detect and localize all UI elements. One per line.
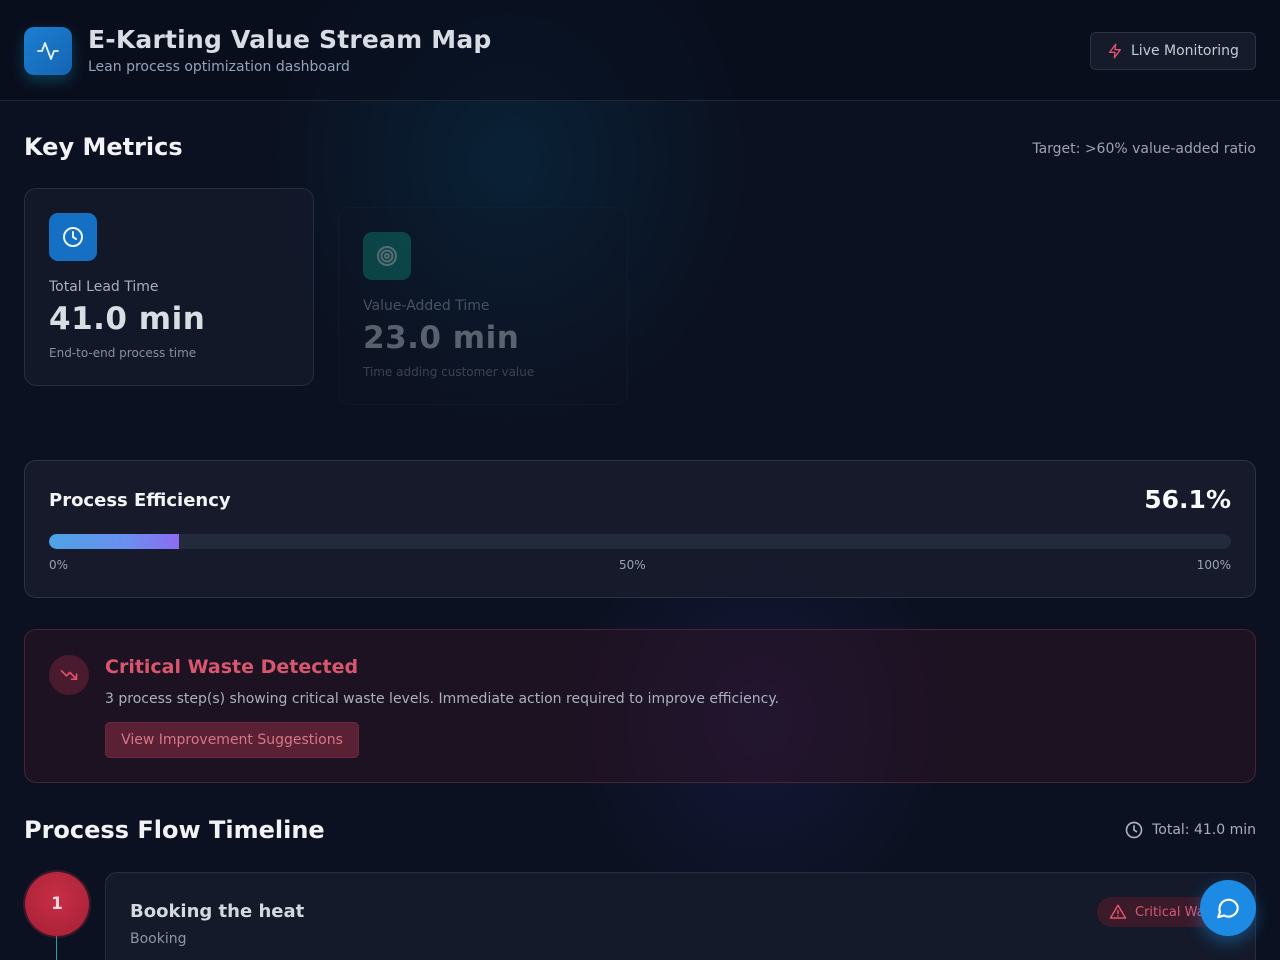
trending-down-icon bbox=[49, 655, 89, 695]
timeline-total-label: Total: 41.0 min bbox=[1152, 822, 1256, 838]
timeline-total: Total: 41.0 min bbox=[1124, 820, 1256, 840]
live-monitoring-label: Live Monitoring bbox=[1131, 43, 1239, 59]
alert-message: 3 process step(s) showing critical waste… bbox=[105, 691, 780, 707]
app-subtitle: Lean process optimization dashboard bbox=[88, 59, 350, 75]
efficiency-percentage: 56.1% bbox=[1144, 485, 1231, 514]
step-category: Booking bbox=[130, 931, 187, 947]
app-title: E-Karting Value Stream Map bbox=[88, 25, 492, 54]
efficiency-progress-track bbox=[49, 534, 1231, 549]
metric-value: 41.0 min bbox=[49, 301, 206, 337]
efficiency-progress-fill bbox=[49, 534, 180, 549]
efficiency-title: Process Efficiency bbox=[49, 490, 231, 511]
activity-logo-icon bbox=[24, 27, 72, 75]
clock-icon bbox=[1125, 821, 1143, 839]
critical-waste-badge-label: Critical Wa bbox=[1135, 904, 1205, 920]
metric-description: End-to-end process time bbox=[49, 346, 197, 360]
process-efficiency-panel: Process Efficiency 56.1% 0% 50% 100% bbox=[24, 460, 1256, 598]
timeline-step-card[interactable]: Booking the heat Booking Critical Wa bbox=[105, 872, 1256, 960]
tick-label-0: 0% bbox=[49, 558, 69, 572]
tick-label-100: 100% bbox=[1196, 558, 1231, 572]
lightning-icon bbox=[1109, 43, 1121, 59]
clock-icon bbox=[49, 213, 97, 261]
target-icon bbox=[363, 232, 411, 280]
timeline-heading: Process Flow Timeline bbox=[24, 816, 325, 844]
target-note: Target: >60% value-added ratio bbox=[1032, 141, 1256, 157]
metric-label: Value-Added Time bbox=[363, 298, 490, 314]
alert-title: Critical Waste Detected bbox=[105, 656, 359, 678]
warning-triangle-icon bbox=[1109, 904, 1127, 919]
metric-description: Time adding customer value bbox=[363, 365, 535, 379]
metric-label: Total Lead Time bbox=[49, 279, 159, 295]
app-header: E-Karting Value Stream Map Lean process … bbox=[0, 0, 1280, 101]
step-number-badge: 1 bbox=[25, 872, 89, 936]
view-suggestions-button[interactable]: View Improvement Suggestions bbox=[105, 722, 359, 758]
step-title: Booking the heat bbox=[130, 901, 305, 922]
metric-card-lead-time: Total Lead Time 41.0 min End-to-end proc… bbox=[24, 188, 314, 386]
key-metrics-heading: Key Metrics bbox=[24, 133, 183, 161]
live-monitoring-button[interactable]: Live Monitoring bbox=[1090, 32, 1256, 70]
chat-button[interactable] bbox=[1200, 880, 1256, 936]
critical-waste-alert: Critical Waste Detected 3 process step(s… bbox=[24, 629, 1256, 783]
tick-label-50: 50% bbox=[619, 558, 646, 572]
chat-bubble-icon bbox=[1217, 898, 1239, 919]
metric-value: 23.0 min bbox=[363, 320, 520, 356]
metric-card-value-added: Value-Added Time 23.0 min Time adding cu… bbox=[338, 207, 628, 405]
